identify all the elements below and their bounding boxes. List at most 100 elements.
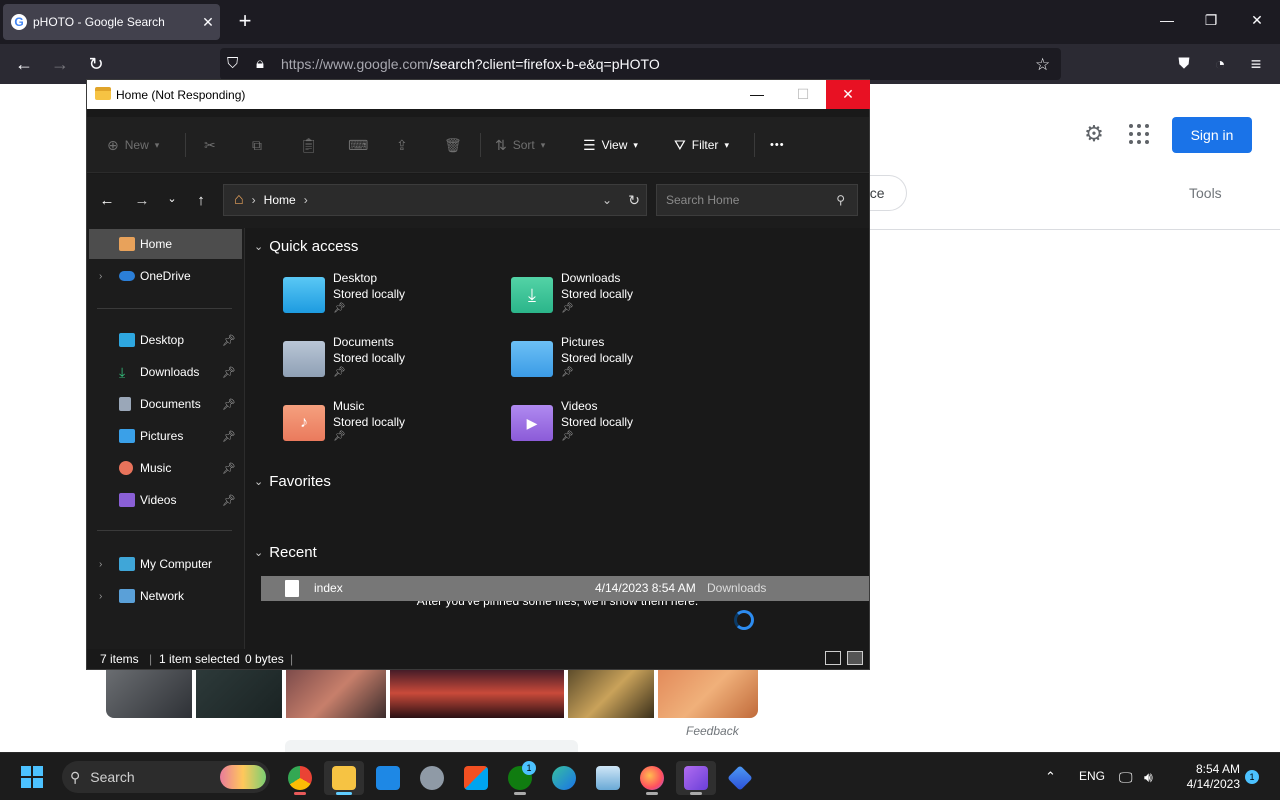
sidebar-item-home[interactable]: Home — [89, 229, 242, 259]
paste-icon[interactable]: 📋︎ — [300, 135, 318, 155]
explorer-maximize-button[interactable]: ☐ — [780, 80, 826, 109]
expand-chevron-icon[interactable]: › — [99, 271, 102, 282]
firefox-taskbar-icon[interactable] — [632, 761, 672, 795]
address-bar[interactable]: ⌂ › Home › ⌄ ↻ — [223, 184, 647, 216]
pin-icon[interactable]: 📌︎ — [222, 366, 236, 379]
share-icon[interactable]: ⇪ — [396, 135, 408, 155]
start-button[interactable] — [21, 766, 43, 788]
pin-icon[interactable]: 📌︎ — [222, 398, 236, 411]
network-icon[interactable]: 🖵︎ — [1119, 769, 1133, 786]
see-more-button[interactable]: ••• — [770, 135, 785, 155]
bookmark-star-icon[interactable]: ☆ — [1035, 55, 1050, 75]
google-apps-icon[interactable] — [1129, 124, 1149, 144]
quick-access-header[interactable]: ⌄ Quick access — [254, 238, 358, 255]
tools-link[interactable]: Tools — [1189, 185, 1222, 201]
taskbar-search[interactable]: ⚲ Search — [62, 761, 270, 793]
breadcrumb-home[interactable]: Home — [264, 193, 296, 207]
shield-icon[interactable]: ⛉ — [227, 55, 238, 72]
feedback-link[interactable]: Feedback — [686, 724, 739, 738]
explorer-close-button[interactable]: ✕ — [826, 80, 870, 109]
address-dropdown-icon[interactable]: ⌄ — [602, 193, 612, 207]
image-thumbnail[interactable] — [286, 668, 386, 718]
show-hidden-icons-chevron[interactable]: ⌃ — [1045, 769, 1056, 785]
recent-locations-chevron-icon[interactable]: ⌄ — [162, 192, 182, 205]
pin-icon[interactable]: 📌︎ — [222, 430, 236, 443]
language-indicator[interactable]: ENG — [1079, 769, 1105, 783]
sidebar-item-onedrive[interactable]: › OneDrive — [89, 261, 242, 291]
tab-close-icon[interactable]: ✕ — [196, 14, 220, 31]
volume-icon[interactable]: 🔊︎ — [1144, 769, 1153, 786]
clipchamp-taskbar-icon[interactable] — [676, 761, 716, 795]
settings-taskbar-icon[interactable] — [412, 761, 452, 795]
search-home-input[interactable]: Search Home ⚲ — [656, 184, 858, 216]
sign-in-button[interactable]: Sign in — [1172, 117, 1252, 153]
pin-icon[interactable]: 📌︎ — [222, 494, 236, 507]
tiles-view-icon[interactable] — [847, 651, 863, 665]
refresh-icon[interactable]: ↻ — [628, 192, 640, 209]
quick-access-pictures[interactable]: Pictures Stored locally 📌︎ — [511, 335, 711, 391]
image-thumbnail[interactable] — [106, 668, 192, 718]
expand-chevron-icon[interactable]: › — [99, 559, 102, 570]
details-view-icon[interactable] — [825, 651, 841, 665]
store-taskbar-icon[interactable] — [456, 761, 496, 795]
sidebar-item-videos[interactable]: Videos 📌︎ — [89, 485, 242, 515]
sidebar-item-music[interactable]: Music 📌︎ — [89, 453, 242, 483]
quick-access-music[interactable]: ♪ Music Stored locally 📌︎ — [283, 399, 483, 455]
pocket-icon[interactable]: ⛊ — [1172, 52, 1196, 76]
xbox-taskbar-icon[interactable]: 1 — [500, 761, 540, 795]
image-thumbnail[interactable] — [390, 668, 564, 718]
delete-icon[interactable]: 🗑︎ — [444, 135, 462, 155]
rename-icon[interactable]: ⌨ — [348, 135, 368, 155]
notification-badge[interactable]: 1 — [1245, 770, 1259, 784]
file-explorer-taskbar-icon[interactable] — [324, 761, 364, 795]
menu-icon[interactable]: ≡ — [1244, 52, 1268, 76]
image-thumbnail[interactable] — [658, 668, 758, 718]
browser-restore-button[interactable]: ❐ — [1201, 12, 1221, 29]
filter-button[interactable]: ⛛ Filter ▾ — [674, 135, 729, 155]
taskbar-clock[interactable]: 8:54 AM 4/14/2023 — [1170, 762, 1240, 792]
sort-button[interactable]: ⇅ Sort ▾ — [495, 135, 545, 155]
browser-minimize-button[interactable]: — — [1157, 12, 1177, 28]
pin-icon[interactable]: 📌︎ — [222, 334, 236, 347]
pin-icon[interactable]: 📌︎ — [222, 462, 236, 475]
up-arrow-icon[interactable]: ↑ — [191, 192, 211, 209]
sidebar-item-my-computer[interactable]: › My Computer — [89, 549, 242, 579]
recent-file-row[interactable]: index 4/14/2023 8:54 AM Downloads — [261, 576, 869, 601]
copy-icon[interactable]: ⧉ — [252, 135, 262, 155]
browser-tab[interactable]: G pHOTO - Google Search ✕ — [3, 4, 220, 40]
sidebar-item-network[interactable]: › Network — [89, 581, 242, 611]
sidebar-item-desktop[interactable]: Desktop 📌︎ — [89, 325, 242, 355]
favorites-header[interactable]: ⌄ Favorites — [254, 473, 331, 490]
back-arrow-icon[interactable]: ← — [97, 192, 117, 209]
chrome-taskbar-icon[interactable] — [280, 761, 320, 795]
quick-access-documents[interactable]: Documents Stored locally 📌︎ — [283, 335, 483, 391]
explorer-minimize-button[interactable]: — — [734, 80, 780, 109]
new-button[interactable]: ⊕ New ▾ — [107, 135, 159, 155]
settings-gear-icon[interactable]: ⚙ — [1082, 122, 1106, 146]
mail-taskbar-icon[interactable] — [368, 761, 408, 795]
breadcrumb-chevron-icon[interactable]: › — [304, 193, 308, 207]
new-tab-button[interactable]: + — [234, 10, 256, 34]
photos-taskbar-icon[interactable] — [588, 761, 628, 795]
image-thumbnail[interactable] — [196, 668, 282, 718]
image-thumbnail[interactable] — [568, 668, 654, 718]
forward-icon[interactable]: → — [48, 52, 72, 76]
account-icon[interactable]: ◔ — [1208, 52, 1232, 76]
quick-access-downloads[interactable]: ⤓ Downloads Stored locally 📌︎ — [511, 271, 711, 327]
sidebar-item-downloads[interactable]: ⤓ Downloads 📌︎ — [89, 357, 242, 387]
power-automate-taskbar-icon[interactable] — [720, 761, 760, 795]
reload-icon[interactable]: ↻ — [84, 52, 108, 76]
sidebar-item-documents[interactable]: Documents 📌︎ — [89, 389, 242, 419]
explorer-title-bar[interactable]: Home (Not Responding) — ☐ ✕ — [87, 80, 870, 109]
browser-close-button[interactable]: ✕ — [1247, 12, 1267, 29]
view-button[interactable]: ☰ View ▾ — [583, 135, 638, 155]
quick-access-desktop[interactable]: Desktop Stored locally 📌︎ — [283, 271, 483, 327]
expand-chevron-icon[interactable]: › — [99, 591, 102, 602]
back-icon[interactable]: ← — [12, 52, 36, 76]
sidebar-item-pictures[interactable]: Pictures 📌︎ — [89, 421, 242, 451]
forward-arrow-icon[interactable]: → — [132, 192, 152, 209]
cut-icon[interactable]: ✂ — [204, 135, 216, 155]
url-text[interactable]: https://www.google.com/search?client=fir… — [281, 56, 660, 72]
recent-header[interactable]: ⌄ Recent — [254, 544, 317, 561]
lock-icon[interactable]: 🔒︎ — [256, 55, 264, 72]
